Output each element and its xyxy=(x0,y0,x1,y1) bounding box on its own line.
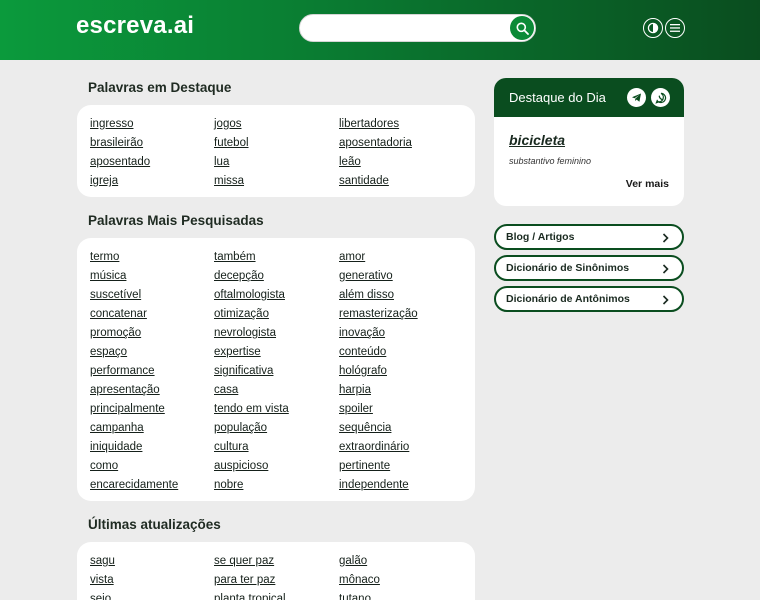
word-link[interactable]: oftalmologista xyxy=(214,288,339,307)
dicionario-sinonimos-link[interactable]: Dicionário de Sinônimos xyxy=(494,255,684,281)
chevron-right-icon xyxy=(662,295,669,305)
menu-button[interactable] xyxy=(665,18,685,38)
dicionario-antonimos-label: Dicionário de Antônimos xyxy=(506,293,630,305)
word-link[interactable]: aposentado xyxy=(90,155,214,174)
word-link[interactable]: vista xyxy=(90,573,214,592)
word-link[interactable]: harpia xyxy=(339,383,469,402)
share-whatsapp-button[interactable] xyxy=(651,88,670,107)
ver-mais-link[interactable]: Ver mais xyxy=(626,178,669,190)
word-link[interactable]: nobre xyxy=(214,478,339,497)
word-link[interactable]: brasileirão xyxy=(90,136,214,155)
blog-artigos-link[interactable]: Blog / Artigos xyxy=(494,224,684,250)
section-title-pesquisadas: Palavras Mais Pesquisadas xyxy=(88,213,264,228)
chevron-right-icon xyxy=(662,264,669,274)
atualizacoes-word-grid: sagu se quer paz galão vista para ter paz môn… xyxy=(90,554,470,600)
word-link[interactable]: nevrologista xyxy=(214,326,339,345)
word-link[interactable]: encarecidamente xyxy=(90,478,214,497)
hamburger-icon xyxy=(670,24,680,32)
word-link[interactable]: mônaco xyxy=(339,573,469,592)
word-link[interactable]: concatenar xyxy=(90,307,214,326)
word-link[interactable]: performance xyxy=(90,364,214,383)
search-bar xyxy=(299,14,536,42)
search-button[interactable] xyxy=(510,16,534,40)
search-icon xyxy=(516,22,529,35)
word-link[interactable]: santidade xyxy=(339,174,469,193)
word-link[interactable]: inovação xyxy=(339,326,469,345)
word-link[interactable]: espaço xyxy=(90,345,214,364)
whatsapp-icon xyxy=(654,92,666,104)
word-link[interactable]: se quer paz xyxy=(214,554,339,573)
word-link[interactable]: remasterização xyxy=(339,307,469,326)
dicionario-antonimos-link[interactable]: Dicionário de Antônimos xyxy=(494,286,684,312)
destaque-do-dia-card: Destaque do Dia bicicleta substantivo fe… xyxy=(494,78,684,206)
destaque-do-dia-header: Destaque do Dia xyxy=(494,78,684,117)
contrast-icon xyxy=(647,22,659,34)
destaque-card: ingresso jogos libertadores brasileirão fute… xyxy=(77,105,475,197)
section-title-destaque: Palavras em Destaque xyxy=(88,80,232,95)
word-link[interactable]: lua xyxy=(214,155,339,174)
destaque-do-dia-title: Destaque do Dia xyxy=(509,90,606,105)
word-link[interactable]: decepção xyxy=(214,269,339,288)
destaque-do-dia-word[interactable]: bicicleta xyxy=(509,132,565,148)
word-link[interactable]: além disso xyxy=(339,288,469,307)
word-link[interactable]: campanha xyxy=(90,421,214,440)
word-link[interactable]: ingresso xyxy=(90,117,214,136)
word-link[interactable]: generativo xyxy=(339,269,469,288)
pesquisadas-word-grid: termo também amor música decepção generativo s… xyxy=(90,250,470,497)
word-link[interactable]: auspicioso xyxy=(214,459,339,478)
word-link[interactable]: para ter paz xyxy=(214,573,339,592)
section-title-atualizacoes: Últimas atualizações xyxy=(88,517,221,532)
destaque-do-dia-class: substantivo feminino xyxy=(509,156,592,166)
search-input[interactable] xyxy=(310,19,506,39)
word-link[interactable]: extraordinário xyxy=(339,440,469,459)
word-link[interactable]: iniquidade xyxy=(90,440,214,459)
top-header: escreva.ai xyxy=(0,0,760,60)
word-link[interactable]: população xyxy=(214,421,339,440)
word-link[interactable]: conteúdo xyxy=(339,345,469,364)
chevron-right-icon xyxy=(662,233,669,243)
telegram-icon xyxy=(632,93,641,102)
word-link[interactable]: hológrafo xyxy=(339,364,469,383)
word-link[interactable]: seio xyxy=(90,592,214,600)
word-link[interactable]: suscetível xyxy=(90,288,214,307)
word-link[interactable]: igreja xyxy=(90,174,214,193)
word-link[interactable]: sequência xyxy=(339,421,469,440)
word-link[interactable]: sagu xyxy=(90,554,214,573)
word-link[interactable]: amor xyxy=(339,250,469,269)
word-link[interactable]: promoção xyxy=(90,326,214,345)
word-link[interactable]: otimização xyxy=(214,307,339,326)
blog-artigos-label: Blog / Artigos xyxy=(506,231,575,243)
word-link[interactable]: principalmente xyxy=(90,402,214,421)
word-link[interactable]: libertadores xyxy=(339,117,469,136)
word-link[interactable]: planta tropical xyxy=(214,592,339,600)
word-link[interactable]: música xyxy=(90,269,214,288)
word-link[interactable]: spoiler xyxy=(339,402,469,421)
share-telegram-button[interactable] xyxy=(627,88,646,107)
word-link[interactable]: como xyxy=(90,459,214,478)
theme-toggle-button[interactable] xyxy=(643,18,663,38)
word-link[interactable]: independente xyxy=(339,478,469,497)
word-link[interactable]: leão xyxy=(339,155,469,174)
word-link[interactable]: termo xyxy=(90,250,214,269)
word-link[interactable]: expertise xyxy=(214,345,339,364)
word-link[interactable]: tendo em vista xyxy=(214,402,339,421)
word-link[interactable]: apresentação xyxy=(90,383,214,402)
word-link[interactable]: aposentadoria xyxy=(339,136,469,155)
word-link[interactable]: missa xyxy=(214,174,339,193)
pesquisadas-card: termo também amor música decepção generativo s… xyxy=(77,238,475,501)
dicionario-sinonimos-label: Dicionário de Sinônimos xyxy=(506,262,630,274)
word-link[interactable]: pertinente xyxy=(339,459,469,478)
word-link[interactable]: casa xyxy=(214,383,339,402)
destaque-word-grid: ingresso jogos libertadores brasileirão fute… xyxy=(90,117,470,193)
word-link[interactable]: galão xyxy=(339,554,469,573)
atualizacoes-card: sagu se quer paz galão vista para ter paz môn… xyxy=(77,542,475,600)
word-link[interactable]: também xyxy=(214,250,339,269)
word-link[interactable]: jogos xyxy=(214,117,339,136)
word-link[interactable]: significativa xyxy=(214,364,339,383)
site-logo[interactable]: escreva.ai xyxy=(76,12,194,40)
word-link[interactable]: futebol xyxy=(214,136,339,155)
word-link[interactable]: tutano xyxy=(339,592,469,600)
word-link[interactable]: cultura xyxy=(214,440,339,459)
